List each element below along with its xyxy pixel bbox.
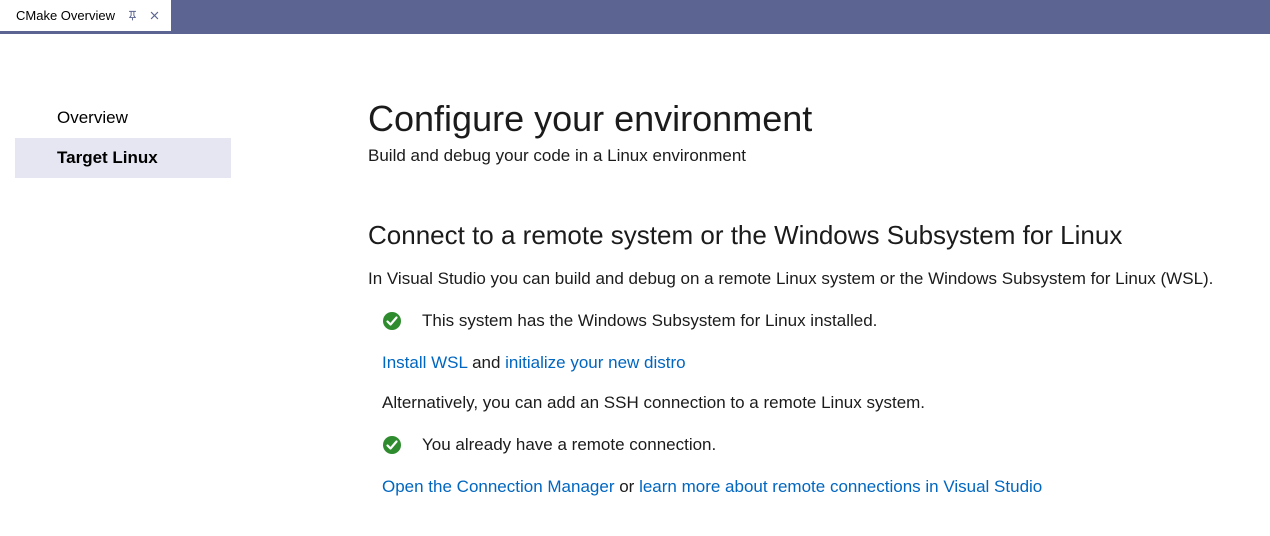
close-icon[interactable] (147, 8, 163, 24)
sidebar: Overview Target Linux (15, 98, 231, 178)
titlebar: CMake Overview (0, 0, 1270, 31)
status-text: You already have a remote connection. (422, 435, 716, 455)
sidebar-item-overview[interactable]: Overview (15, 98, 231, 138)
status-wsl-installed: This system has the Windows Subsystem fo… (382, 311, 1250, 331)
page-subtitle: Build and debug your code in a Linux env… (368, 146, 1250, 166)
alt-text: Alternatively, you can add an SSH connec… (382, 391, 1250, 415)
connection-links-row: Open the Connection Manager or learn mor… (382, 477, 1250, 497)
sidebar-item-target-linux[interactable]: Target Linux (15, 138, 231, 178)
status-text: This system has the Windows Subsystem fo… (422, 311, 877, 331)
content-area: Overview Target Linux Configure your env… (0, 31, 1270, 536)
tab-title: CMake Overview (16, 8, 115, 23)
initialize-distro-link[interactable]: initialize your new distro (505, 353, 685, 372)
main-content: Configure your environment Build and deb… (368, 34, 1270, 497)
open-connection-manager-link[interactable]: Open the Connection Manager (382, 477, 615, 496)
sidebar-item-label: Target Linux (57, 148, 158, 167)
document-tab[interactable]: CMake Overview (0, 0, 171, 31)
or-text: or (615, 477, 640, 496)
status-remote-connection: You already have a remote connection. (382, 435, 1250, 455)
sidebar-item-label: Overview (57, 108, 128, 127)
install-wsl-link[interactable]: Install WSL (382, 353, 467, 372)
page-title: Configure your environment (368, 98, 1250, 140)
learn-more-link[interactable]: learn more about remote connections in V… (639, 477, 1042, 496)
pin-icon[interactable] (125, 8, 141, 24)
and-text: and (467, 353, 505, 372)
check-icon (382, 435, 402, 455)
section-intro: In Visual Studio you can build and debug… (368, 267, 1250, 291)
wsl-links-row: Install WSL and initialize your new dist… (382, 353, 1250, 373)
check-icon (382, 311, 402, 331)
section-heading: Connect to a remote system or the Window… (368, 220, 1250, 251)
